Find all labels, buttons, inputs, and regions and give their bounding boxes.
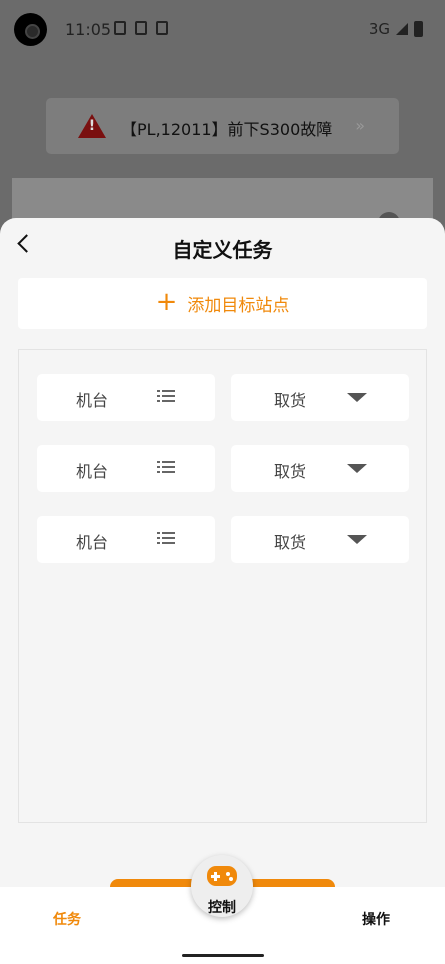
list-icon — [157, 389, 175, 404]
action-label: 取货 — [274, 462, 307, 481]
fault-alert-banner[interactable]: ! 【PL,12011】前下S300故障 » — [46, 98, 399, 154]
notification-a-icon — [114, 21, 126, 35]
add-target-station-button[interactable]: + 添加目标站点 — [18, 278, 427, 329]
action-label: 取货 — [274, 533, 307, 552]
action-dropdown[interactable]: 取货 — [231, 516, 409, 563]
list-icon — [157, 460, 175, 475]
gamepad-icon — [207, 866, 237, 886]
add-button-label: 添加目标站点 — [187, 296, 290, 316]
double-chevron-icon[interactable]: » — [355, 116, 365, 135]
station-label: 机台 — [76, 462, 109, 481]
tab-operation[interactable]: 操作 — [362, 909, 390, 929]
station-row: 机台 取货 — [37, 445, 409, 492]
dropdown-triangle-icon — [347, 535, 367, 544]
home-indicator[interactable] — [182, 954, 264, 957]
tab-task[interactable]: 任务 — [53, 909, 81, 929]
dropdown-triangle-icon — [347, 464, 367, 473]
dropdown-triangle-icon — [347, 393, 367, 402]
station-row: 机台 取货 — [37, 374, 409, 421]
station-selector[interactable]: 机台 — [37, 445, 215, 492]
front-camera — [14, 13, 47, 46]
station-list: 机台 取货 机台 取货 机台 取货 — [18, 349, 427, 823]
sheet-title: 自定义任务 — [172, 238, 273, 262]
plus-icon: + — [155, 287, 178, 317]
action-dropdown[interactable]: 取货 — [231, 445, 409, 492]
battery-icon — [414, 21, 423, 37]
station-row: 机台 取货 — [37, 516, 409, 563]
custom-task-sheet: 自定义任务 + 添加目标站点 机台 取货 机台 取货 机台 取货 — [0, 218, 445, 964]
action-label: 取货 — [274, 391, 307, 410]
network-type: 3G — [368, 20, 390, 38]
control-fab[interactable]: 控制 — [191, 855, 253, 917]
status-bar: 11:05 3G — [0, 0, 445, 58]
station-selector[interactable]: 机台 — [37, 374, 215, 421]
station-label: 机台 — [76, 391, 109, 410]
app-notification-icon — [156, 21, 168, 35]
action-dropdown[interactable]: 取货 — [231, 374, 409, 421]
signal-icon — [396, 23, 408, 35]
system-nav-bar — [0, 946, 445, 964]
status-time: 11:05 — [65, 20, 112, 39]
station-label: 机台 — [76, 533, 109, 552]
status-right: 3G — [369, 20, 423, 38]
station-selector[interactable]: 机台 — [37, 516, 215, 563]
list-icon — [157, 531, 175, 546]
notification-icons — [114, 21, 168, 35]
alert-text: 【PL,12011】前下S300故障 — [121, 120, 333, 139]
control-label: 控制 — [208, 900, 236, 916]
sd-card-icon — [135, 21, 147, 35]
